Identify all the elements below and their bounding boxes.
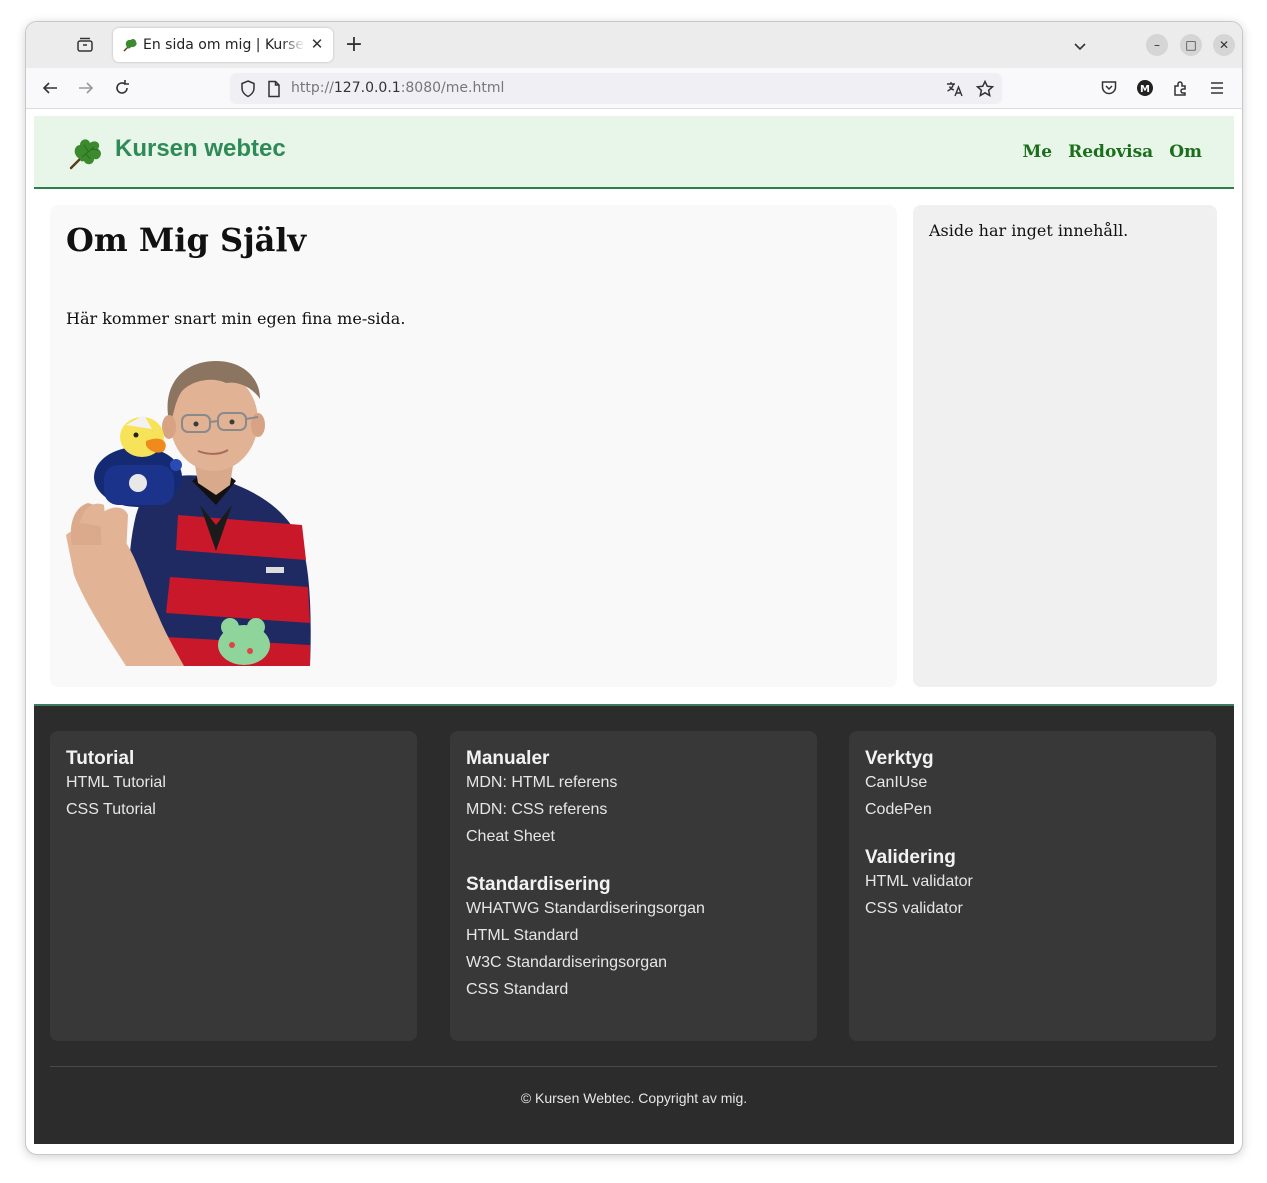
footer-section-verktyg: Verktyg CanIUse CodePen — [865, 748, 934, 828]
footer-link-html-tutorial[interactable]: HTML Tutorial — [66, 774, 166, 791]
footer-link-html-validator[interactable]: HTML validator — [865, 873, 973, 890]
site-header: Kursen webtec Me Redovisa Om — [34, 116, 1234, 189]
footer-heading: Manualer — [466, 748, 550, 769]
account-avatar-icon[interactable]: M — [1135, 78, 1155, 98]
footer-link-mdn-css[interactable]: MDN: CSS referens — [466, 801, 607, 818]
page-content: Kursen webtec Me Redovisa Om Om Mig Själ… — [34, 116, 1234, 1144]
tab-active[interactable]: En sida om mig | Kursen webtec ✕ — [113, 28, 333, 62]
leaf-logo-icon[interactable] — [68, 135, 104, 171]
leaf-favicon-icon — [122, 37, 138, 53]
nav-link-redovisa[interactable]: Redovisa — [1068, 142, 1153, 162]
svg-text:M: M — [1140, 84, 1150, 95]
page-heading: Om Mig Själv — [66, 221, 307, 259]
footer-section-manualer: Manualer MDN: HTML referens MDN: CSS ref… — [466, 748, 617, 855]
site-footer: Tutorial HTML Tutorial CSS Tutorial Manu… — [34, 704, 1234, 1144]
site-nav: Me Redovisa Om — [1022, 142, 1202, 162]
menu-icon[interactable] — [1207, 78, 1227, 98]
footer-link-cheat-sheet[interactable]: Cheat Sheet — [466, 828, 555, 845]
footer-heading: Standardisering — [466, 874, 611, 895]
footer-column-manualer: Manualer MDN: HTML referens MDN: CSS ref… — [450, 731, 817, 1041]
extensions-icon[interactable] — [1171, 78, 1191, 98]
tab-bar: En sida om mig | Kursen webtec ✕ + – □ ✕ — [26, 22, 1242, 68]
footer-link-mdn-html[interactable]: MDN: HTML referens — [466, 774, 617, 791]
maximize-icon[interactable]: □ — [1180, 34, 1202, 56]
pocket-icon[interactable] — [1099, 78, 1119, 98]
footer-link-css-validator[interactable]: CSS validator — [865, 900, 963, 917]
url-bar[interactable]: http://127.0.0.1:8080/me.html — [230, 73, 1002, 104]
tab-list-icon[interactable] — [76, 36, 94, 54]
footer-divider — [50, 1066, 1217, 1067]
footer-link-w3c[interactable]: W3C Standardiseringsorgan — [466, 954, 667, 971]
footer-link-html-standard[interactable]: HTML Standard — [466, 927, 578, 944]
aside: Aside har inget innehåll. — [913, 205, 1217, 687]
back-icon[interactable] — [40, 78, 60, 98]
chevron-down-icon[interactable] — [1070, 36, 1090, 56]
reload-icon[interactable] — [112, 78, 132, 98]
main-article: Om Mig Själv Här kommer snart min egen f… — [50, 205, 897, 687]
nav-link-om[interactable]: Om — [1169, 142, 1202, 162]
nav-link-me[interactable]: Me — [1022, 142, 1052, 162]
browser-window: En sida om mig | Kursen webtec ✕ + – □ ✕ — [25, 21, 1243, 1155]
copyright-text: © Kursen Webtec. Copyright av mig. — [520, 1090, 748, 1106]
footer-section-standardisering: Standardisering WHATWG Standardiseringso… — [466, 874, 705, 1008]
footer-link-css-standard[interactable]: CSS Standard — [466, 981, 568, 998]
footer-section-validering: Validering HTML validator CSS validator — [865, 847, 973, 927]
footer-section-tutorial: Tutorial HTML Tutorial CSS Tutorial — [66, 748, 166, 828]
minimize-icon[interactable]: – — [1146, 34, 1168, 56]
shield-icon[interactable] — [238, 79, 258, 99]
footer-link-codepen[interactable]: CodePen — [865, 801, 932, 818]
portrait-photo — [66, 355, 356, 666]
footer-link-css-tutorial[interactable]: CSS Tutorial — [66, 801, 156, 818]
tab-title: En sida om mig | Kursen webtec — [143, 37, 305, 53]
bookmark-star-icon[interactable] — [975, 79, 995, 99]
page-icon[interactable] — [264, 79, 284, 99]
nav-toolbar: http://127.0.0.1:8080/me.html M — [26, 68, 1242, 109]
intro-text: Här kommer snart min egen fina me-sida. — [66, 309, 406, 328]
aside-text: Aside har inget innehåll. — [929, 221, 1129, 240]
new-tab-icon[interactable]: + — [344, 34, 364, 56]
footer-heading: Verktyg — [865, 748, 934, 769]
footer-link-whatwg[interactable]: WHATWG Standardiseringsorgan — [466, 900, 705, 917]
site-title[interactable]: Kursen webtec — [115, 135, 286, 163]
forward-icon[interactable] — [76, 78, 96, 98]
close-window-icon[interactable]: ✕ — [1213, 34, 1235, 56]
footer-heading: Tutorial — [66, 748, 135, 769]
close-tab-icon[interactable]: ✕ — [309, 36, 325, 52]
footer-link-caniuse[interactable]: CanIUse — [865, 774, 927, 791]
translate-icon[interactable] — [945, 79, 965, 99]
footer-column-tutorial: Tutorial HTML Tutorial CSS Tutorial — [50, 731, 417, 1041]
url-text: http://127.0.0.1:8080/me.html — [291, 80, 505, 96]
footer-column-verktyg: Verktyg CanIUse CodePen Validering HTML … — [849, 731, 1216, 1041]
footer-heading: Validering — [865, 847, 956, 868]
